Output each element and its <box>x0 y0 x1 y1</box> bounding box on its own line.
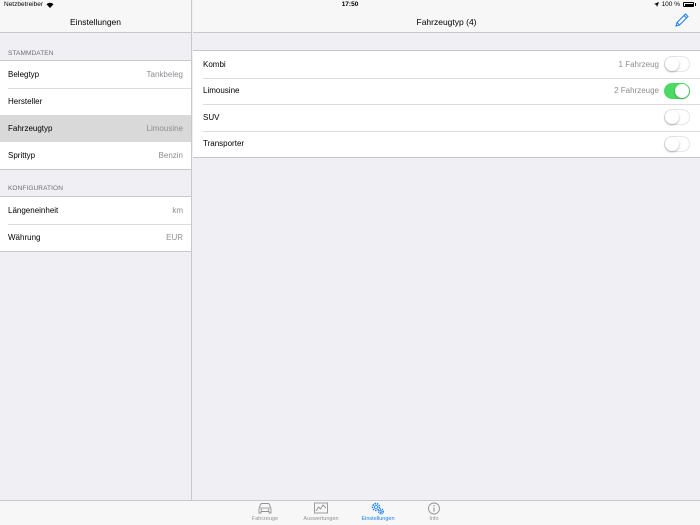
master-pane: Einstellungen STAMMDATEN Belegtyp Tankbe… <box>0 0 192 500</box>
status-bar: Netzbetreiber 17:50 100 % <box>0 0 700 10</box>
row-value: km <box>172 206 183 215</box>
section-header-stammdaten: STAMMDATEN <box>8 50 54 57</box>
status-right: 100 % <box>653 1 696 8</box>
tab-fahrzeuge[interactable]: Fahrzeuge <box>237 502 293 522</box>
tab-auswertungen[interactable]: Auswertungen <box>293 502 349 522</box>
status-time: 17:50 <box>341 1 359 8</box>
row-value: Tankbeleg <box>146 70 183 79</box>
battery-icon <box>683 2 694 7</box>
tab-label: Auswertungen <box>303 516 339 522</box>
row-label: Belegtyp <box>8 70 40 79</box>
toggle-knob <box>665 57 679 72</box>
vehicle-count: 1 Fahrzeug <box>618 59 659 69</box>
tab-bar: Fahrzeuge Auswertungen Einstellungen Inf… <box>0 500 700 525</box>
konfiguration-group: Längeneinheit km Währung EUR <box>0 196 191 252</box>
info-icon <box>428 502 440 515</box>
vehicle-type-row-suv[interactable]: SUV <box>193 104 700 131</box>
car-icon <box>258 503 272 514</box>
tab-label: Info <box>429 516 439 522</box>
settings-row-hersteller[interactable]: Hersteller <box>0 88 191 115</box>
vehicle-type-list: Kombi 1 Fahrzeug Limousine 2 Fahrzeuge S… <box>193 50 700 158</box>
section-header-konfiguration: KONFIGURATION <box>8 185 63 192</box>
vehicle-type-row-transporter[interactable]: Transporter <box>193 130 700 158</box>
tab-label: Einstellungen <box>361 516 395 522</box>
tab-einstellungen[interactable]: Einstellungen <box>350 502 406 522</box>
row-value: Benzin <box>158 151 183 160</box>
settings-row-belegtyp[interactable]: Belegtyp Tankbeleg <box>0 61 191 88</box>
row-label: Limousine <box>203 86 240 96</box>
vehicle-count: 2 Fahrzeuge <box>614 86 659 96</box>
toggle-knob <box>665 110 679 125</box>
row-label: Hersteller <box>8 97 43 106</box>
stammdaten-group: Belegtyp Tankbeleg Hersteller Fahrzeugty… <box>0 60 191 170</box>
row-label: Längeneinheit <box>8 206 59 215</box>
toggle-knob <box>665 136 679 151</box>
settings-row-fahrzeugtyp[interactable]: Fahrzeugtyp Limousine <box>0 115 191 142</box>
battery-tip <box>695 3 696 6</box>
master-title: Einstellungen <box>69 17 122 27</box>
pencil-icon <box>675 13 689 27</box>
row-label: Transporter <box>203 139 245 149</box>
row-label: SUV <box>203 112 220 122</box>
detail-pane: Fahrzeugtyp (4) Kombi 1 Fahrzeug Limousi… <box>193 0 700 500</box>
row-value: EUR <box>166 233 183 242</box>
location-icon <box>653 2 659 7</box>
vehicle-type-row-limousine[interactable]: Limousine 2 Fahrzeuge <box>193 77 700 105</box>
row-label: Sprittyp <box>8 151 36 160</box>
settings-row-sprittyp[interactable]: Sprittyp Benzin <box>0 142 191 169</box>
tab-info[interactable]: Info <box>406 502 462 522</box>
row-value: Limousine <box>146 124 183 133</box>
settings-row-laengeneinheit[interactable]: Längeneinheit km <box>0 197 191 224</box>
battery-percent: 100 % <box>661 1 680 8</box>
edit-button[interactable] <box>674 12 690 28</box>
chart-icon <box>314 502 328 514</box>
toggle-switch[interactable] <box>664 56 690 73</box>
settings-row-waehrung[interactable]: Währung EUR <box>0 224 191 251</box>
toggle-switch[interactable] <box>664 109 690 126</box>
row-label: Kombi <box>203 59 226 69</box>
tab-label: Fahrzeuge <box>251 516 279 522</box>
toggle-switch[interactable] <box>664 82 690 99</box>
toggle-knob <box>675 83 689 98</box>
gears-icon <box>371 502 385 515</box>
detail-title: Fahrzeugtyp (4) <box>416 17 477 27</box>
row-label: Fahrzeugtyp <box>8 124 53 133</box>
row-label: Währung <box>8 233 41 242</box>
vehicle-type-row-kombi[interactable]: Kombi 1 Fahrzeug <box>193 51 700 78</box>
toggle-switch[interactable] <box>664 135 690 152</box>
